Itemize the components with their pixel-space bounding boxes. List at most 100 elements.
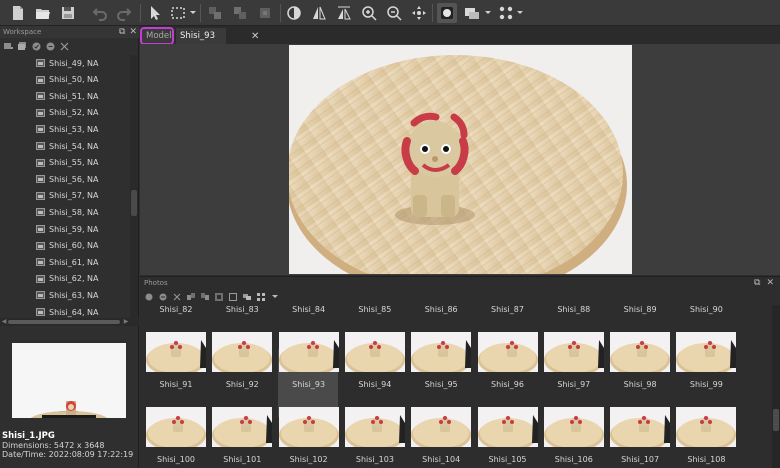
photo-thumbnail[interactable] (344, 332, 405, 372)
camera-label: Shisi_62, NA (49, 274, 99, 284)
flip-icon[interactable] (334, 3, 354, 23)
photo-thumbnail[interactable] (676, 332, 737, 372)
zoom-out-icon[interactable] (384, 3, 404, 23)
camera-item[interactable]: Shisi_62, NA (0, 271, 130, 287)
camera-item[interactable]: Shisi_61, NA (0, 254, 130, 270)
camera-item[interactable]: Shisi_58, NA (0, 204, 130, 220)
camera-item[interactable]: Shisi_54, NA (0, 138, 130, 154)
camera-item[interactable]: Shisi_56, NA (0, 171, 130, 187)
zoom-in-icon[interactable] (359, 3, 379, 23)
grid-view-icon[interactable] (256, 293, 265, 302)
camera-item[interactable]: Shisi_55, NA (0, 155, 130, 171)
disable-icon[interactable] (158, 293, 167, 302)
photo-thumbnail[interactable] (146, 407, 206, 447)
photo-thumbnail[interactable] (212, 332, 273, 372)
scroll-left-icon[interactable]: ◀ (0, 318, 8, 326)
mask-icon[interactable] (284, 3, 304, 23)
main-toolbar (0, 0, 780, 26)
camera-item[interactable]: Shisi_52, NA (0, 105, 130, 121)
toolbar-divider (140, 4, 141, 22)
camera-item[interactable]: Shisi_53, NA (0, 121, 130, 137)
photo-label: Shisi_87 (491, 305, 524, 314)
masks-icon[interactable] (214, 293, 223, 302)
open-folder-icon[interactable] (33, 3, 53, 23)
photo-thumbnail[interactable] (543, 332, 604, 372)
camera-item[interactable]: Shisi_64, NA (0, 304, 130, 318)
align-icon[interactable] (255, 3, 275, 23)
camera-label: Shisi_59, NA (49, 224, 99, 234)
camera-item[interactable]: Shisi_51, NA (0, 88, 130, 104)
new-file-icon[interactable] (8, 3, 28, 23)
photo-label: Shisi_104 (422, 455, 461, 464)
photos-scrollbar[interactable] (772, 305, 780, 468)
workspace-tree: Shisi_49, NA Shisi_50, NA Shisi_51, NA Shis… (0, 55, 130, 318)
photo-thumbnail[interactable] (477, 407, 538, 447)
redo-icon[interactable] (114, 3, 134, 23)
add-chunk-icon[interactable] (3, 41, 13, 51)
view-icon[interactable] (462, 3, 482, 23)
file-dimensions: Dimensions: 5472 x 3648 (2, 441, 105, 450)
photo-thumbnail[interactable] (278, 407, 339, 447)
camera-item[interactable]: Shisi_63, NA (0, 287, 130, 303)
close-icon[interactable]: ✕ (251, 30, 261, 44)
align-icon[interactable] (230, 3, 250, 23)
undo-icon[interactable] (90, 3, 110, 23)
close-icon[interactable]: ✕ (766, 278, 774, 288)
view-icon[interactable] (242, 293, 251, 302)
pointer-icon[interactable] (145, 3, 165, 23)
chevron-down-icon[interactable] (516, 9, 524, 17)
undock-icon[interactable]: ⧉ (754, 278, 760, 288)
rect-select-icon[interactable] (168, 3, 188, 23)
save-icon[interactable] (58, 3, 78, 23)
scroll-right-icon[interactable]: ▶ (122, 318, 130, 326)
camera-item[interactable]: Shisi_57, NA (0, 188, 130, 204)
scrollbar-thumb[interactable] (131, 190, 137, 216)
workspace-scrollbar[interactable] (130, 55, 138, 318)
camera-item[interactable]: Shisi_50, NA (0, 72, 130, 88)
photo-label: Shisi_85 (358, 305, 392, 314)
grid-dots-icon[interactable] (496, 3, 516, 23)
photo-icon (36, 158, 45, 167)
photo-thumbnail[interactable] (411, 407, 472, 447)
camera-label: Shisi_52, NA (49, 108, 99, 118)
camera-item[interactable]: Shisi_49, NA (0, 55, 130, 71)
align-icon[interactable] (205, 3, 225, 23)
enable-icon[interactable] (144, 293, 153, 302)
camera-item[interactable]: Shisi_59, NA (0, 221, 130, 237)
photo-thumbnail[interactable] (610, 332, 671, 372)
remove-icon[interactable] (172, 293, 181, 302)
photo-thumbnail[interactable] (610, 407, 671, 447)
photo-thumbnail[interactable] (411, 332, 472, 372)
scrollbar-thumb[interactable] (8, 320, 120, 324)
scrollbar-thumb[interactable] (773, 409, 779, 431)
photo-thumbnail[interactable] (146, 332, 206, 372)
rotate-icon[interactable] (200, 293, 209, 302)
tab-shisi-93[interactable]: Shisi_93 ✕ (176, 28, 259, 44)
photo-label: Shisi_96 (491, 380, 524, 389)
chevron-down-icon[interactable] (189, 9, 197, 17)
disable-icon[interactable] (45, 41, 55, 51)
enable-icon[interactable] (31, 41, 41, 51)
photo-thumbnail[interactable] (212, 407, 273, 447)
frame-icon[interactable] (228, 293, 237, 302)
pan-icon[interactable] (409, 3, 429, 23)
photo-label: Shisi_92 (225, 380, 259, 389)
undock-icon[interactable]: ⧉ (119, 27, 125, 37)
photo-thumbnail[interactable] (477, 332, 538, 372)
camera-item[interactable]: Shisi_60, NA (0, 238, 130, 254)
rotate-icon[interactable] (186, 293, 195, 302)
add-photos-icon[interactable] (17, 41, 27, 51)
remove-icon[interactable] (59, 41, 69, 51)
photo-thumbnail[interactable] (344, 407, 405, 447)
record-icon[interactable] (437, 3, 457, 23)
flip-icon[interactable] (309, 3, 329, 23)
tab-model[interactable]: Model (140, 27, 174, 45)
photo-thumbnail[interactable] (676, 407, 737, 447)
photo-thumbnail[interactable] (278, 332, 339, 372)
close-icon[interactable]: ✕ (129, 27, 137, 37)
chevron-down-icon[interactable] (484, 9, 492, 17)
workspace-hscrollbar[interactable]: ◀ ▶ (0, 318, 139, 326)
chevron-down-icon[interactable] (270, 293, 279, 302)
photo-thumbnail[interactable] (543, 407, 604, 447)
photo-viewer[interactable] (140, 44, 780, 275)
